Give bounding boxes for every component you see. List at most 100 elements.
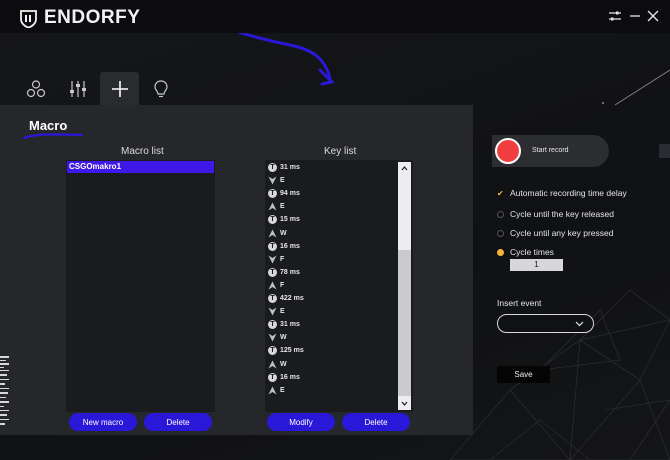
key-list-item-text: 31 ms xyxy=(280,321,300,329)
key-list-item-text: W xyxy=(280,360,287,368)
key-list-item-text: 78 ms xyxy=(280,268,300,276)
record-button[interactable] xyxy=(495,138,521,164)
delay-icon: T xyxy=(268,320,277,330)
key-list-scrollbar[interactable] xyxy=(398,162,411,410)
key-up-icon xyxy=(268,229,277,237)
macro-list[interactable]: CSGOmakro1 xyxy=(66,160,215,412)
key-list-item-text: E xyxy=(280,308,285,316)
key-list-item[interactable]: T 94 ms xyxy=(268,187,300,200)
close-icon[interactable] xyxy=(646,9,660,23)
option-auto-delay[interactable]: ✔ Automatic recording time delay xyxy=(497,188,627,198)
decorative-line xyxy=(602,69,670,106)
radio-button[interactable] xyxy=(497,229,504,237)
key-list-item-text: 16 ms xyxy=(280,373,300,381)
delay-icon: T xyxy=(268,163,277,172)
tab-profiles[interactable] xyxy=(16,72,56,105)
delay-icon: T xyxy=(268,346,277,356)
key-list-item[interactable]: T 16 ms xyxy=(268,240,300,253)
key-list-item[interactable]: T 16 ms xyxy=(268,371,300,384)
sliders-icon[interactable] xyxy=(608,9,622,23)
macro-list-title: Macro list xyxy=(121,146,164,157)
key-list-item[interactable]: T 78 ms xyxy=(268,266,300,279)
lightbulb-icon xyxy=(154,79,168,97)
brand-name: ENDORFY xyxy=(44,7,141,28)
title-bar: ENDORFY xyxy=(0,0,670,33)
key-list-item-text: 15 ms xyxy=(280,216,300,224)
key-list-item-text: 94 ms xyxy=(280,190,300,198)
key-down-icon xyxy=(268,307,277,316)
key-down-icon xyxy=(268,255,277,264)
key-list-item[interactable]: T 15 ms xyxy=(268,213,300,226)
checkmark-icon[interactable]: ✔ xyxy=(497,189,504,198)
key-list-item[interactable]: W xyxy=(268,358,287,371)
key-list-item-text: W xyxy=(280,229,287,237)
key-list-item-text: 31 ms xyxy=(280,164,300,171)
brand-logo: ENDORFY xyxy=(20,7,140,29)
key-list-item-text: W xyxy=(280,334,287,342)
tab-lighting[interactable] xyxy=(141,72,181,105)
app-window: ENDORFY Macro Macro list CSGOmakro1 New … xyxy=(0,0,670,460)
mode-tabs xyxy=(16,72,183,105)
delay-icon: T xyxy=(268,294,277,303)
scroll-down-icon[interactable] xyxy=(401,400,408,407)
tab-settings[interactable] xyxy=(58,72,98,105)
key-list-item-text: F xyxy=(280,281,285,289)
option-label: Automatic recording time delay xyxy=(510,188,627,198)
tab-macro[interactable] xyxy=(100,72,139,105)
key-list-item[interactable]: T 31 ms xyxy=(268,318,300,331)
option-cycle-released[interactable]: Cycle until the key released xyxy=(497,209,614,219)
macro-panel: Macro Macro list CSGOmakro1 New macro De… xyxy=(0,105,473,435)
key-up-icon xyxy=(268,360,277,368)
key-list-item[interactable]: E xyxy=(268,174,285,187)
key-list-item[interactable]: E xyxy=(268,384,285,397)
delete-key-button[interactable]: Delete xyxy=(342,413,410,431)
delay-icon: T xyxy=(268,215,277,225)
option-label: Cycle times xyxy=(510,247,554,257)
key-list-item[interactable]: T 125 ms xyxy=(268,344,304,357)
minimize-icon[interactable] xyxy=(628,9,642,23)
delete-macro-button[interactable]: Delete xyxy=(144,413,212,431)
delay-icon: T xyxy=(268,241,277,251)
key-list-item[interactable]: F xyxy=(268,253,284,266)
radio-button[interactable] xyxy=(497,210,504,218)
option-label: Cycle until the key released xyxy=(510,209,614,219)
key-down-icon xyxy=(268,176,277,185)
modify-key-button[interactable]: Modify xyxy=(267,413,335,431)
key-up-icon xyxy=(268,202,277,211)
key-down-icon xyxy=(268,333,277,342)
option-cycle-any-key[interactable]: Cycle until any key pressed xyxy=(497,228,613,238)
key-list[interactable]: T 31 ms E T 94 ms E T 15 ms W T 16 ms F T 78 ms F T 422 … xyxy=(265,160,413,412)
record-label: Start record xyxy=(532,147,569,154)
scroll-up-icon[interactable] xyxy=(401,165,408,172)
chevron-down-icon xyxy=(575,321,584,327)
title-underline xyxy=(22,133,84,140)
key-list-item[interactable]: W xyxy=(268,227,287,240)
key-list-item[interactable]: T 31 ms xyxy=(268,161,300,174)
key-up-icon xyxy=(268,386,277,395)
endorfy-logo-icon xyxy=(20,9,37,28)
key-list-item[interactable]: E xyxy=(268,200,285,213)
save-button[interactable]: Save xyxy=(497,366,550,383)
key-list-item[interactable]: T 422 ms xyxy=(268,292,304,305)
key-list-title: Key list xyxy=(324,146,357,157)
insert-event-label: Insert event xyxy=(497,298,542,308)
insert-event-select[interactable] xyxy=(497,314,594,333)
scroll-thumb[interactable] xyxy=(398,250,411,396)
delay-icon: T xyxy=(268,267,277,277)
plus-icon xyxy=(111,80,128,97)
cycle-times-input[interactable]: 1 xyxy=(510,259,563,271)
key-up-icon xyxy=(268,281,277,290)
key-list-item[interactable]: F xyxy=(268,279,284,292)
macro-list-item[interactable]: CSGOmakro1 xyxy=(67,161,214,173)
option-cycle-times[interactable]: Cycle times xyxy=(497,247,554,257)
delay-icon: T xyxy=(268,189,277,199)
key-list-item-text: E xyxy=(280,203,285,211)
key-list-item[interactable]: E xyxy=(268,305,285,318)
new-macro-button[interactable]: New macro xyxy=(69,413,137,431)
key-list-item[interactable]: W xyxy=(268,331,287,344)
radio-button[interactable] xyxy=(497,248,504,256)
circles-icon xyxy=(26,79,46,97)
record-control[interactable]: Start record xyxy=(492,135,609,167)
option-label: Cycle until any key pressed xyxy=(510,228,614,238)
side-handle[interactable] xyxy=(659,144,670,158)
